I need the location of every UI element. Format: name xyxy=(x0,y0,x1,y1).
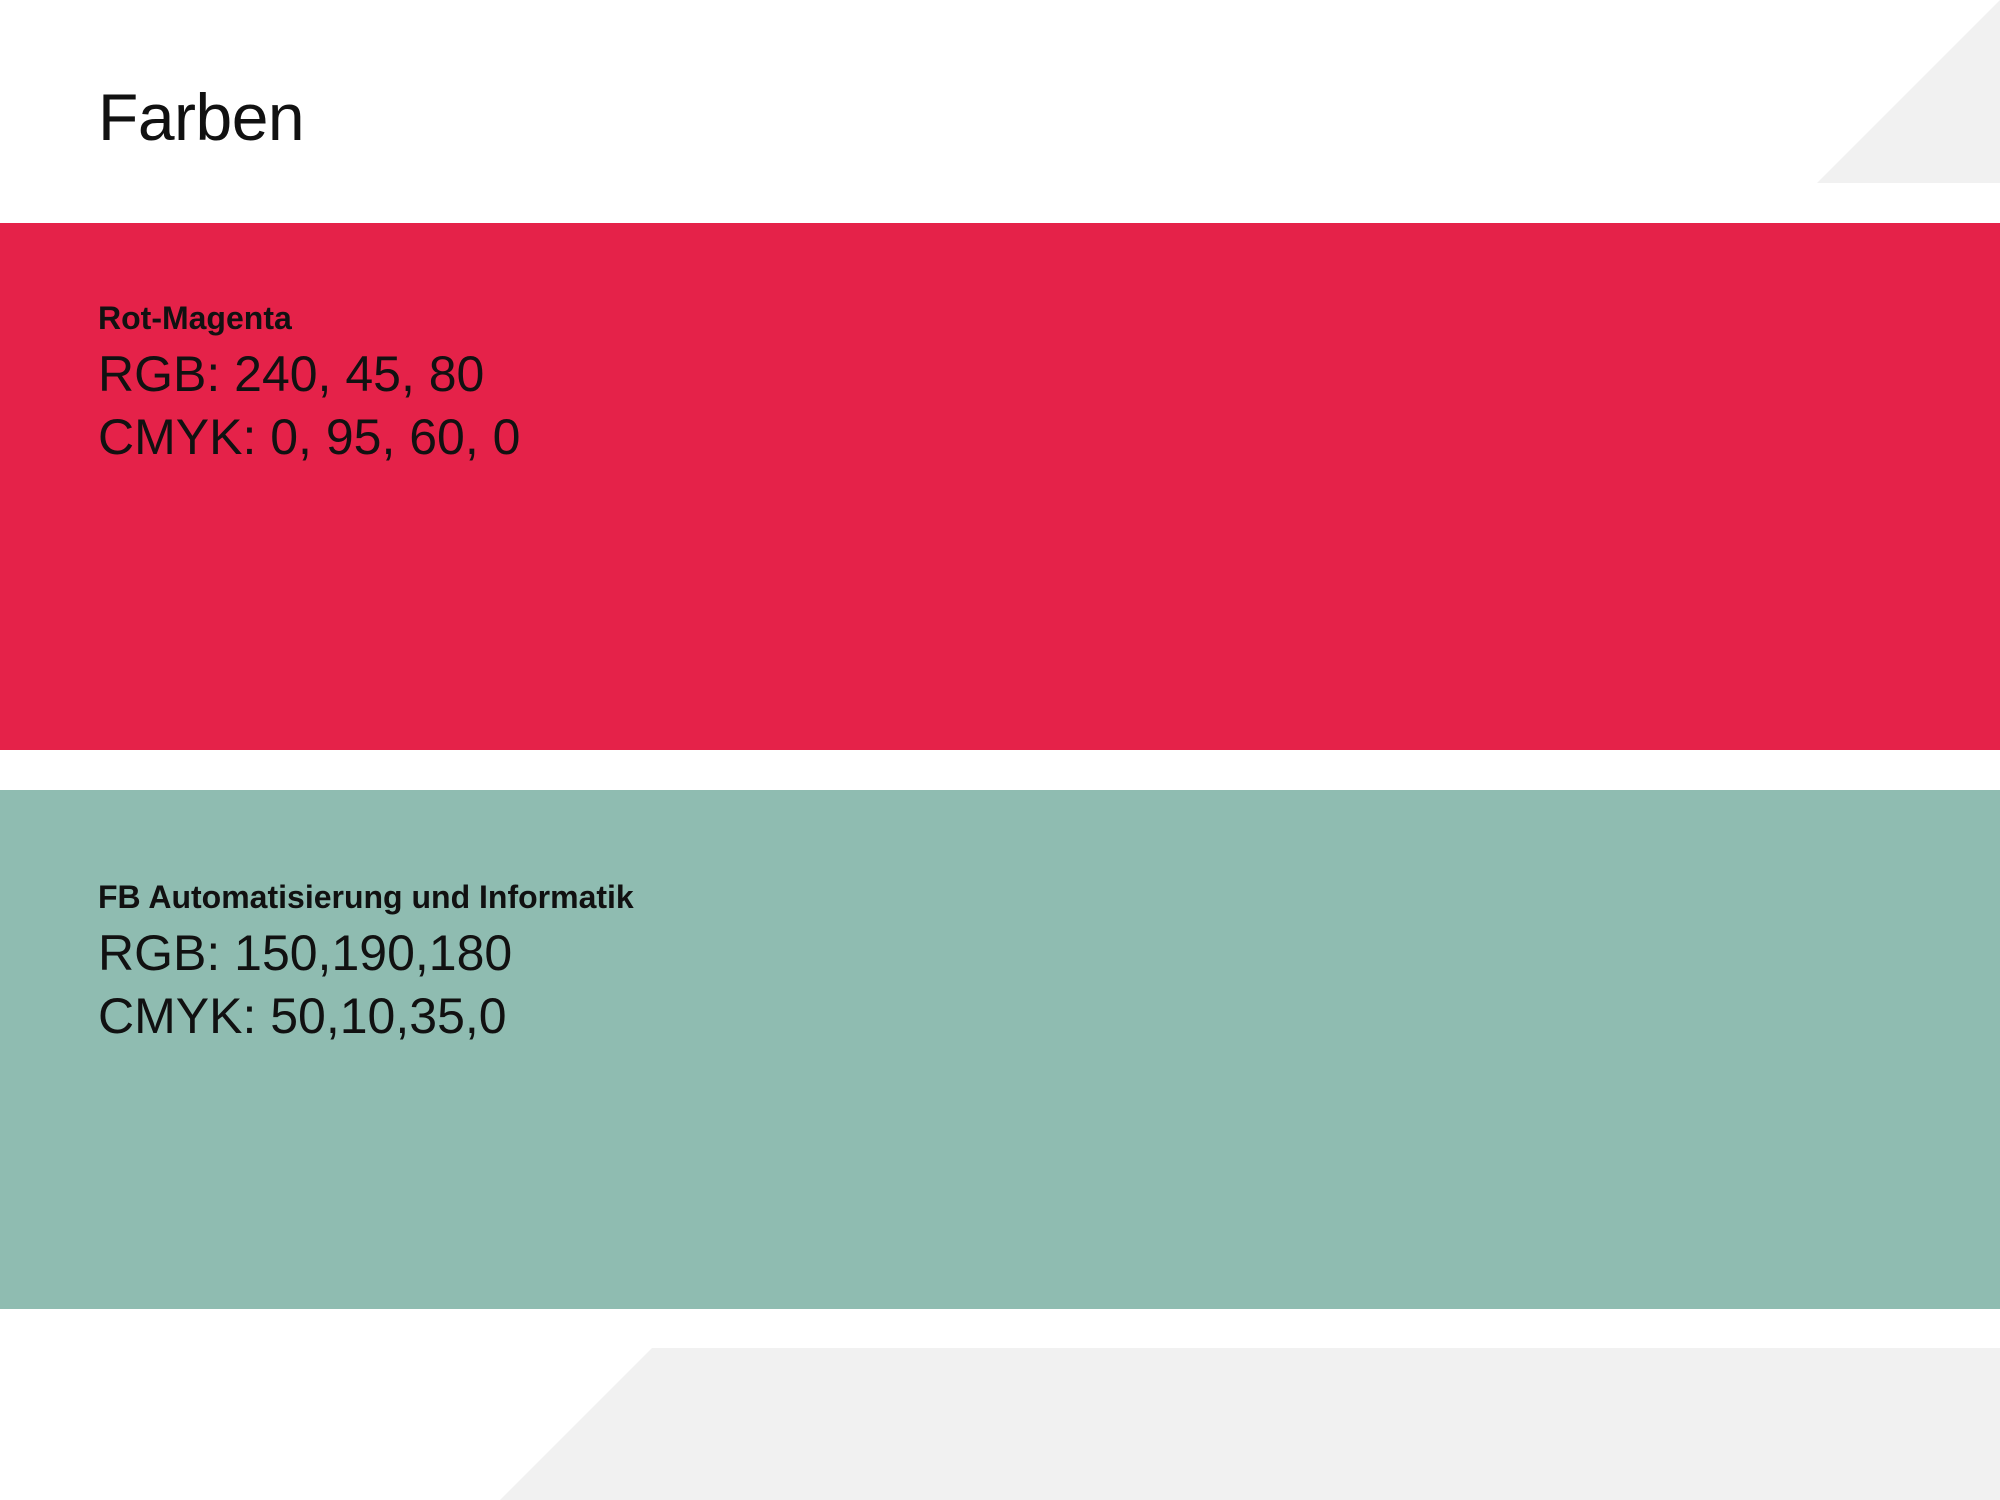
top-right-corner-shape xyxy=(1817,0,2000,183)
color-swatch-rot-magenta: Rot-Magenta RGB: 240, 45, 80 CMYK: 0, 95… xyxy=(0,223,2000,750)
page-title: Farben xyxy=(98,80,305,154)
swatch-name: Rot-Magenta xyxy=(98,300,292,336)
swatch-rgb-value: RGB: 150,190,180 xyxy=(98,925,513,982)
swatch-name: FB Automatisierung und Informatik xyxy=(98,879,634,915)
swatch-cmyk-value: CMYK: 0, 95, 60, 0 xyxy=(98,409,521,466)
swatch-cmyk-value: CMYK: 50,10,35,0 xyxy=(98,988,507,1045)
bottom-right-corner-shape xyxy=(500,1348,2000,1500)
color-swatch-fb-automatisierung: FB Automatisierung und Informatik RGB: 1… xyxy=(0,790,2000,1309)
swatch-rgb-value: RGB: 240, 45, 80 xyxy=(98,346,485,403)
